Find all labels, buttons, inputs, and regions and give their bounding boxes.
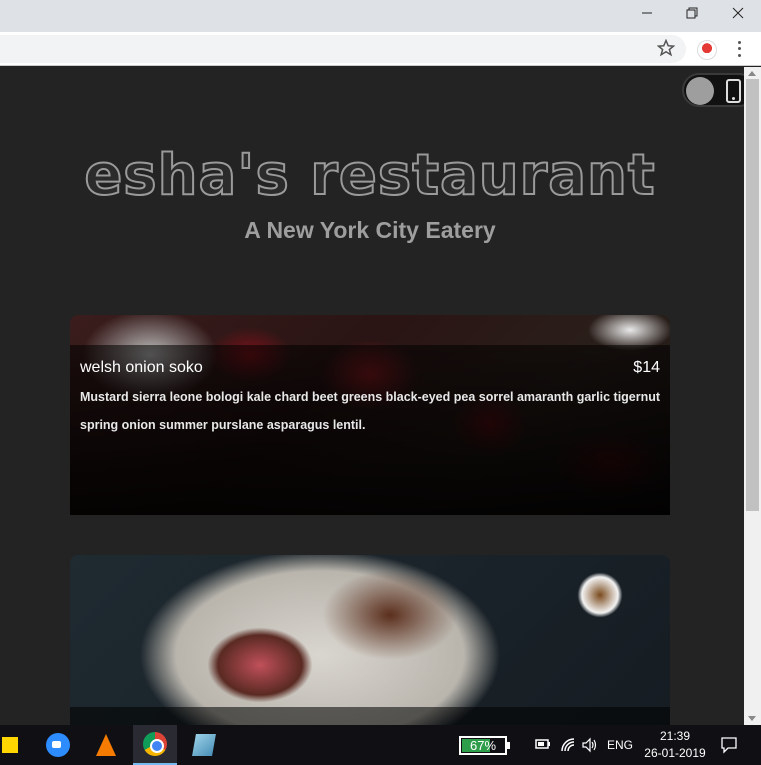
- windows-taskbar: 67% ENG 21:39 26-01-2019: [0, 725, 761, 765]
- steak-image: [70, 555, 670, 725]
- scroll-down-arrow-icon[interactable]: [748, 716, 756, 721]
- battery-tip: [507, 742, 510, 749]
- clock-date: 26-01-2019: [644, 746, 706, 760]
- restore-icon: [686, 7, 698, 19]
- menu-item-card[interactable]: welsh onion soko $14 Mustard sierra leon…: [70, 315, 670, 515]
- card-overlay: [70, 707, 670, 725]
- zoom-icon: [46, 733, 70, 757]
- vlc-app[interactable]: [84, 725, 128, 765]
- address-bar[interactable]: [0, 35, 686, 63]
- minimize-icon: [642, 12, 652, 14]
- menu-item-description: Mustard sierra leone bologi kale chard b…: [80, 390, 661, 432]
- screen: esha's restaurant A New York City Eatery…: [0, 0, 761, 765]
- browser-titlebar: [0, 0, 761, 32]
- notification-center-icon[interactable]: [720, 736, 738, 754]
- page-scrollbar[interactable]: [744, 67, 761, 725]
- language-indicator[interactable]: ENG: [607, 738, 633, 752]
- zoom-app[interactable]: [36, 725, 80, 765]
- close-icon: [732, 7, 744, 19]
- battery-percent: 67%: [469, 738, 497, 753]
- clock-time: 21:39: [659, 729, 691, 743]
- minimize-button[interactable]: [624, 0, 670, 26]
- sticky-notes-app[interactable]: [0, 725, 20, 765]
- battery-indicator[interactable]: 67%: [459, 736, 507, 755]
- browser-menu-icon[interactable]: [731, 39, 747, 59]
- app-icon: [192, 734, 216, 756]
- restaurant-tagline: A New York City Eatery: [244, 217, 496, 243]
- wifi-icon[interactable]: [560, 737, 576, 753]
- bookmark-star-icon[interactable]: [657, 39, 675, 57]
- battery-saver-icon[interactable]: [535, 737, 551, 751]
- view-mode-toggle[interactable]: [682, 73, 744, 107]
- chrome-app[interactable]: [133, 725, 177, 765]
- menu-item-card[interactable]: [70, 555, 670, 725]
- toggle-knob: [686, 77, 714, 105]
- restaurant-name: esha's restaurant: [83, 142, 656, 209]
- vlc-icon: [96, 734, 116, 756]
- menu-item-price: $14: [633, 359, 660, 376]
- menu-item-name: welsh onion soko: [80, 359, 203, 376]
- chrome-icon: [143, 732, 167, 756]
- volume-icon[interactable]: [581, 737, 597, 753]
- browser-toolbar: [0, 32, 761, 66]
- close-button[interactable]: [715, 0, 761, 26]
- restore-button[interactable]: [669, 0, 715, 26]
- page-viewport: esha's restaurant A New York City Eatery…: [0, 67, 744, 725]
- scrollbar-thumb[interactable]: [746, 79, 759, 511]
- scroll-up-arrow-icon[interactable]: [748, 71, 756, 76]
- sticky-notes-icon: [2, 737, 18, 753]
- taskbar-clock[interactable]: 21:39 26-01-2019: [640, 728, 710, 762]
- profile-avatar[interactable]: [697, 40, 717, 60]
- mobile-phone-icon: [726, 79, 741, 103]
- pinned-app[interactable]: [182, 725, 226, 765]
